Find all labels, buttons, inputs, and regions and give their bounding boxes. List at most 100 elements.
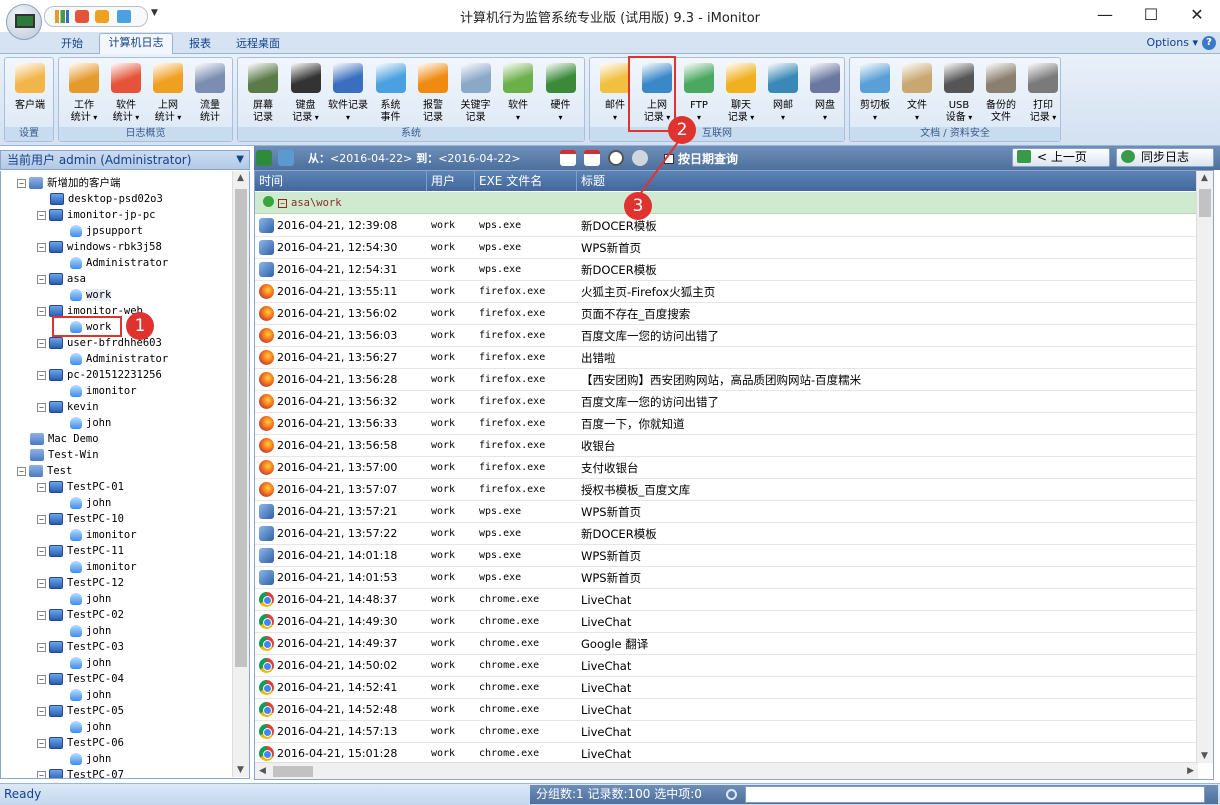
column-header-time[interactable]: 时间 [255,171,427,191]
tree-collapse-icon[interactable]: − [37,306,46,316]
table-row[interactable]: 2016-04-21, 14:01:18 work wps.exe WPS新首页 [255,545,1198,567]
table-row[interactable]: 2016-04-21, 13:56:27 work firefox.exe 出错啦 [255,347,1198,369]
tree-node-user[interactable]: john [57,687,111,703]
table-row[interactable]: 2016-04-21, 14:52:48 work chrome.exe LiveCh… [255,699,1198,721]
chevron-down-icon[interactable]: ▼ [236,151,244,169]
grid-vertical-scrollbar[interactable]: ▲ ▼ [1196,171,1213,763]
from-date[interactable]: <2016-04-22> [330,152,412,165]
tree-node-pc[interactable]: − kevin [37,399,99,415]
ribbon-button[interactable]: 聊天 记录 [720,60,762,126]
table-row[interactable]: 2016-04-21, 13:56:28 work firefox.exe 【西安团购… [255,369,1198,391]
table-row[interactable]: 2016-04-21, 13:57:07 work firefox.exe 授权书模板… [255,479,1198,501]
tree-node-pc[interactable]: − TestPC-06 [37,735,124,751]
table-row[interactable]: 2016-04-21, 12:39:08 work wps.exe 新DOCER模板 [255,215,1198,237]
ribbon-button[interactable]: 剪切板 [854,60,896,126]
tree-node-user[interactable]: imonitor [57,383,137,399]
options-menu[interactable]: Options ▾ [1147,36,1198,49]
table-row[interactable]: 2016-04-21, 13:56:32 work firefox.exe 百度文库一… [255,391,1198,413]
tree-node-pc[interactable]: − imonitor-jp-pc [37,207,156,223]
tree-collapse-icon[interactable]: − [37,402,46,412]
ribbon-button[interactable]: 备份的 文件 [980,60,1022,126]
tree-node-user[interactable]: john [57,495,111,511]
ribbon-button[interactable]: 软件 [497,60,539,126]
image-export-icon[interactable] [278,150,294,166]
ribbon-button[interactable]: 网盘 [804,60,846,126]
tree-scrollbar[interactable]: ▲ ▼ [232,171,249,777]
tab-reports[interactable]: 报表 [180,35,220,54]
ribbon-button[interactable]: 客户端 [9,60,51,126]
table-row[interactable]: 2016-04-21, 14:49:30 work chrome.exe LiveCh… [255,611,1198,633]
tree-node-pc[interactable]: − TestPC-12 [37,575,124,591]
tree-node-pc[interactable]: − TestPC-01 [37,479,124,495]
tree-collapse-icon[interactable]: − [37,274,46,284]
tree-node-pc[interactable]: − TestPC-10 [37,511,124,527]
table-row[interactable]: 2016-04-21, 13:57:21 work wps.exe WPS新首页 [255,501,1198,523]
grid-horizontal-scrollbar[interactable]: ◀ ▶ [255,762,1198,779]
tree-node-pc[interactable]: − TestPC-04 [37,671,124,687]
tree-node-user[interactable]: john [57,623,111,639]
scroll-down-icon[interactable]: ▼ [237,765,244,775]
grid-horizontal-scroll-thumb[interactable] [273,766,313,777]
maximize-button[interactable]: ☐ [1128,0,1174,30]
scroll-left-icon[interactable]: ◀ [259,766,266,776]
tree-collapse-icon[interactable]: − [37,338,46,348]
scroll-right-icon[interactable]: ▶ [1187,766,1194,776]
tree-collapse-icon[interactable]: − [37,578,46,588]
tree-node-pc[interactable]: − windows-rbk3j58 [37,239,162,255]
tree-collapse-icon[interactable]: − [37,210,46,220]
tree-collapse-icon[interactable]: − [37,482,46,492]
tree-node-pc[interactable]: − TestPC-02 [37,607,124,623]
ribbon-button[interactable]: 上网 统计 [147,60,189,126]
column-header-user[interactable]: 用户 [427,171,475,191]
tab-remote-desktop[interactable]: 远程桌面 [228,35,288,54]
to-date[interactable]: <2016-04-22> [438,152,520,165]
tree-node-user[interactable]: john [57,591,111,607]
tree-node-user[interactable]: john [57,719,111,735]
tree-node-user[interactable]: Administrator [57,351,168,367]
tree-collapse-icon[interactable]: − [37,514,46,524]
table-row[interactable]: 2016-04-21, 12:54:30 work wps.exe WPS新首页 [255,237,1198,259]
table-row[interactable]: 2016-04-21, 14:52:41 work chrome.exe LiveCh… [255,677,1198,699]
tree-node-user[interactable]: work [57,287,112,303]
ribbon-button[interactable]: USB 设备 [938,60,980,126]
tree-node-user[interactable]: Administrator [57,255,168,271]
tree-node-user[interactable]: imonitor [57,559,137,575]
ribbon-button[interactable]: 流量 统计 [189,60,231,126]
column-header-exe[interactable]: EXE 文件名 [475,171,577,191]
tree-collapse-icon[interactable]: − [17,466,26,476]
current-user-bar[interactable]: 当前用户 admin (Administrator) ▼ [0,150,250,170]
table-row[interactable]: 2016-04-21, 14:01:53 work wps.exe WPS新首页 [255,567,1198,589]
minimize-button[interactable]: — [1082,0,1128,30]
help-icon[interactable]: ? [1202,36,1216,50]
ribbon-button[interactable]: 软件记录 [327,60,369,126]
ribbon-button[interactable]: 打印 记录 [1022,60,1064,126]
tab-start[interactable]: 开始 [52,35,92,54]
tree-collapse-icon[interactable]: − [37,738,46,748]
tree-node-group[interactable]: − 新增加的客户端 [17,175,121,191]
table-row[interactable]: 2016-04-21, 14:50:02 work chrome.exe LiveCh… [255,655,1198,677]
ribbon-button[interactable]: 关键字 记录 [455,60,497,126]
tree-node-user[interactable]: john [57,751,111,767]
calendar-from-icon[interactable] [560,150,576,166]
tree-node-group[interactable]: Mac Demo [17,431,99,447]
table-row[interactable]: 2016-04-21, 14:49:37 work chrome.exe Google… [255,633,1198,655]
ribbon-button[interactable]: 系统 事件 [370,60,412,126]
table-row[interactable]: 2016-04-21, 13:56:02 work firefox.exe 页面不存在… [255,303,1198,325]
sync-log-button[interactable]: 同步日志 [1116,148,1214,167]
tree-node-pc[interactable]: desktop-psd02o3 [37,191,163,207]
ribbon-button[interactable]: 键盘 记录 [285,60,327,126]
tree-node-user[interactable]: john [57,415,111,431]
tree-node-pc[interactable]: − TestPC-05 [37,703,124,719]
tree-node-pc[interactable]: − TestPC-11 [37,543,124,559]
tree-collapse-icon[interactable]: − [37,610,46,620]
prev-page-button[interactable]: < 上一页 [1012,148,1110,167]
table-row[interactable]: 2016-04-21, 13:56:03 work firefox.exe 百度文库一… [255,325,1198,347]
tree-node-pc[interactable]: − pc-201512231256 [37,367,162,383]
tree-collapse-icon[interactable]: − [37,770,46,778]
tree-collapse-icon[interactable]: − [37,674,46,684]
table-row[interactable]: 2016-04-21, 13:57:22 work wps.exe 新DOCER模板 [255,523,1198,545]
ribbon-button[interactable]: 文件 [896,60,938,126]
tree-collapse-icon[interactable]: − [37,370,46,380]
tree-collapse-icon[interactable]: − [17,178,26,188]
table-row[interactable]: 2016-04-21, 13:55:11 work firefox.exe 火狐主页-… [255,281,1198,303]
